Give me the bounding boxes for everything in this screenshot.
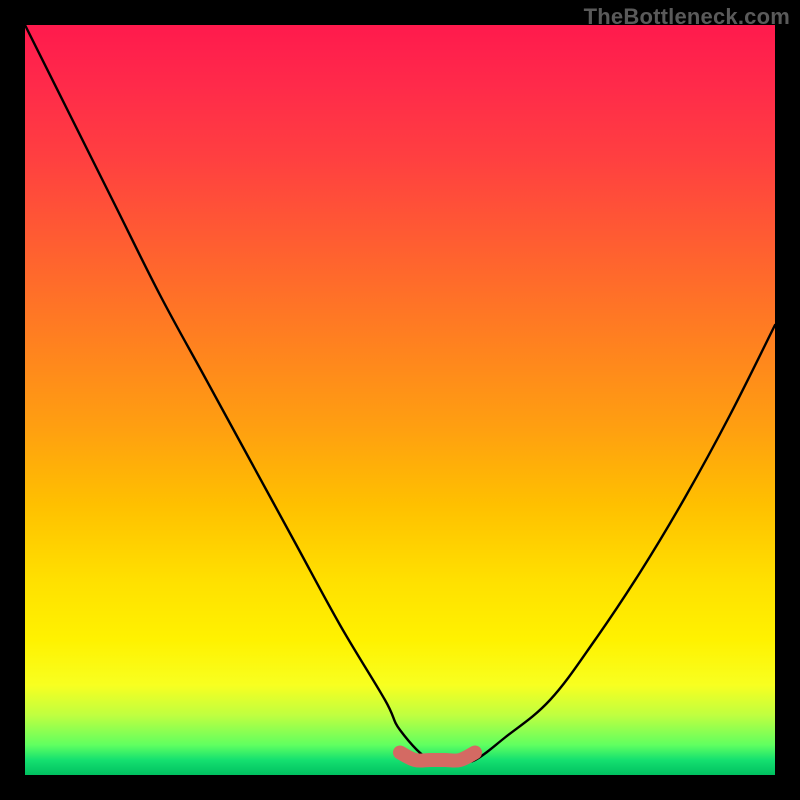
chart-frame: TheBottleneck.com	[0, 0, 800, 800]
bottleneck-curve-path	[25, 25, 775, 762]
optimal-band-path	[400, 753, 475, 761]
chart-svg	[25, 25, 775, 775]
watermark-label: TheBottleneck.com	[584, 4, 790, 30]
